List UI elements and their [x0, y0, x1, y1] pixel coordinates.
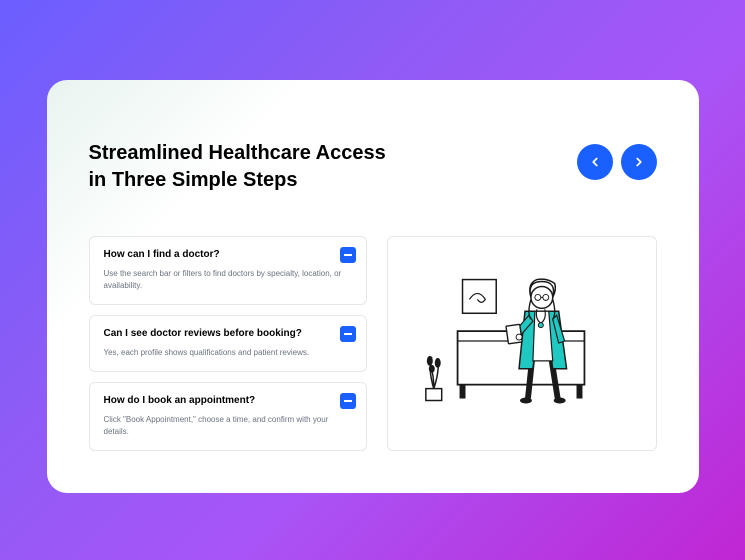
header-row: Streamlined Healthcare Access in Three S… [89, 140, 657, 194]
faq-item: How do I book an appointment? Click "Boo… [89, 382, 367, 451]
prev-button[interactable] [577, 144, 613, 180]
faq-answer: Yes, each profile shows qualifications a… [104, 347, 352, 359]
main-card: Streamlined Healthcare Access in Three S… [47, 80, 699, 493]
nav-buttons [577, 144, 657, 180]
faq-question: How do I book an appointment? [104, 395, 352, 406]
faq-answer: Click "Book Appointment," choose a time,… [104, 414, 352, 438]
collapse-button[interactable] [340, 326, 356, 342]
faq-question: How can I find a doctor? [104, 249, 352, 260]
faq-item: Can I see doctor reviews before booking?… [89, 315, 367, 372]
faq-item: How can I find a doctor? Use the search … [89, 236, 367, 305]
illustration-panel [387, 236, 657, 451]
collapse-button[interactable] [340, 247, 356, 263]
doctor-illustration [408, 269, 636, 419]
content-row: How can I find a doctor? Use the search … [89, 236, 657, 451]
chevron-right-icon [632, 155, 646, 169]
page-title: Streamlined Healthcare Access in Three S… [89, 140, 409, 194]
next-button[interactable] [621, 144, 657, 180]
faq-column: How can I find a doctor? Use the search … [89, 236, 367, 451]
faq-answer: Use the search bar or filters to find do… [104, 268, 352, 292]
collapse-button[interactable] [340, 393, 356, 409]
chevron-left-icon [588, 155, 602, 169]
faq-question: Can I see doctor reviews before booking? [104, 328, 352, 339]
